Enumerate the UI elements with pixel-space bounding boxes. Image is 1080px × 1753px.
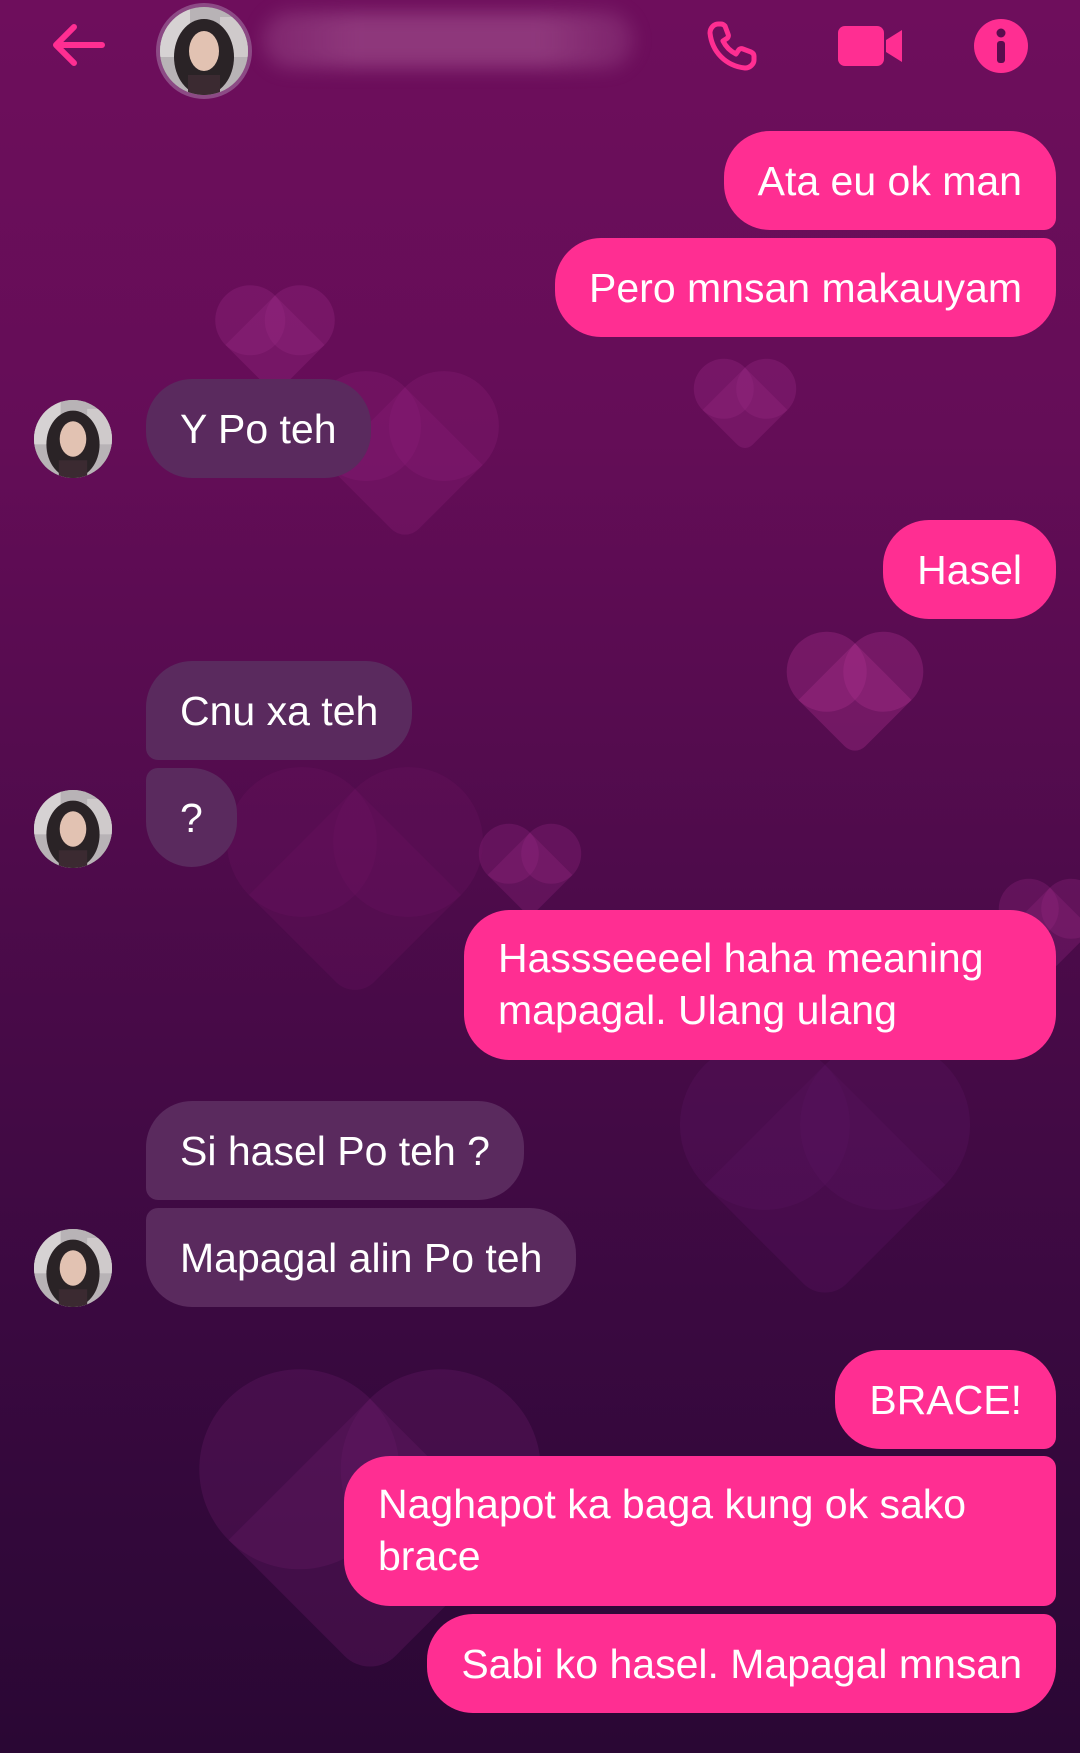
outgoing-message[interactable]: Naghapot ka baga kung ok sako brace [344,1456,1056,1606]
outgoing-message[interactable]: Ata eu ok man [723,131,1056,230]
outgoing-message[interactable]: Pero mnsan makauyam [555,238,1056,337]
outgoing-message[interactable]: BRACE! [835,1350,1056,1449]
contact-avatar-small[interactable] [34,790,112,868]
profile-photo [34,1229,112,1307]
incoming-message[interactable]: Mapagal alin Po teh [146,1208,577,1307]
incoming-message[interactable]: ? [146,768,237,867]
outgoing-message[interactable]: Hassseeeel haha meaning mapagal. Ulang u… [464,910,1056,1060]
profile-photo [34,790,112,868]
incoming-message[interactable]: Y Po teh [146,379,371,478]
incoming-message[interactable]: Cnu xa teh [146,661,413,760]
incoming-message[interactable]: Si hasel Po teh ? [146,1101,524,1200]
contact-avatar-small[interactable] [34,1229,112,1307]
outgoing-message[interactable]: Hasel [883,520,1056,619]
message-list[interactable]: Ata eu ok man Pero mnsan makauyam Y Po t… [0,0,1080,1753]
contact-avatar-small[interactable] [34,400,112,478]
profile-photo [34,400,112,478]
outgoing-message[interactable]: Sabi ko hasel. Mapagal mnsan [427,1614,1056,1713]
